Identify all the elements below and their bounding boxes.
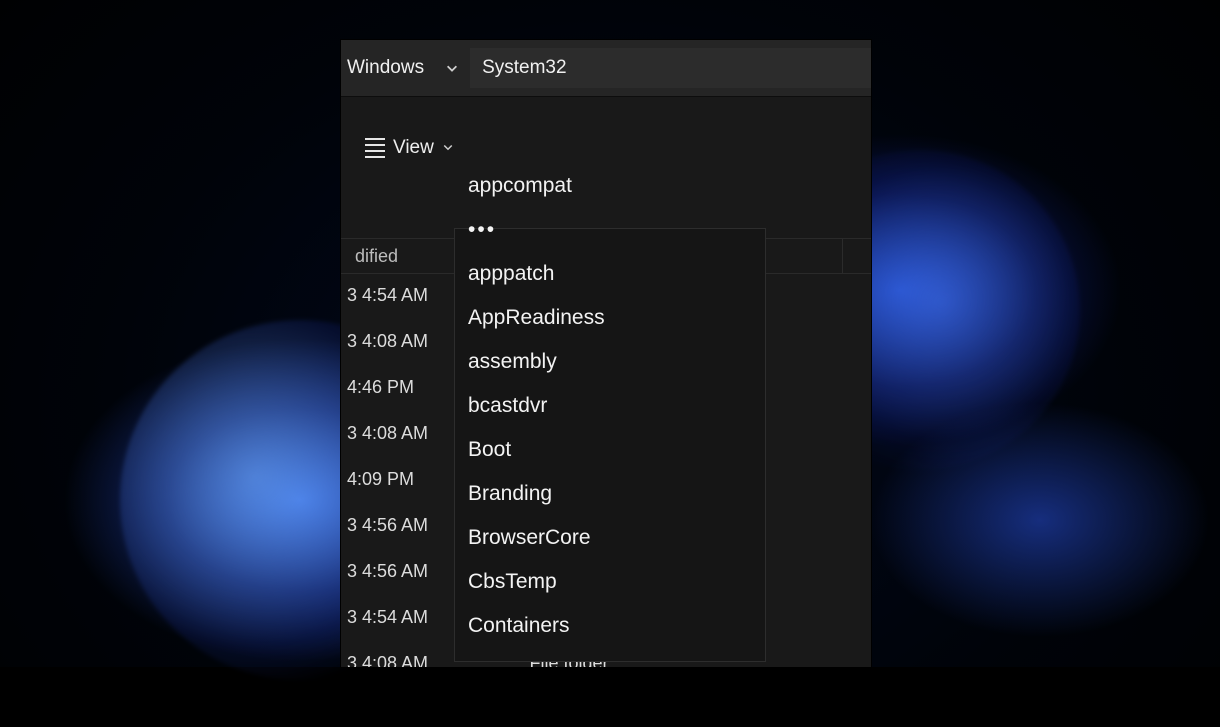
- view-button[interactable]: View: [341, 131, 460, 165]
- folder-dropdown-item[interactable]: appcompat: [468, 164, 756, 208]
- cell-modified: 3 4:54 AM: [341, 285, 464, 306]
- cell-modified: 3 4:56 AM: [341, 561, 464, 582]
- cell-modified: 3 4:08 AM: [341, 653, 464, 668]
- folder-dropdown-item[interactable]: Boot: [468, 428, 756, 472]
- cell-modified: 3 4:08 AM: [341, 331, 464, 352]
- view-label: View: [393, 137, 434, 159]
- folder-dropdown-item[interactable]: Containers: [468, 604, 756, 648]
- folder-dropdown-item[interactable]: CbsTemp: [468, 560, 756, 604]
- folder-dropdown-item[interactable]: bcastdvr: [468, 384, 756, 428]
- cell-modified: 3 4:08 AM: [341, 423, 464, 444]
- chevron-down-icon[interactable]: [438, 52, 466, 84]
- folder-dropdown-item[interactable]: AppReadiness: [468, 296, 756, 340]
- cell-modified: 3 4:56 AM: [341, 515, 464, 536]
- col-spacer: [843, 239, 871, 273]
- folder-dropdown-item[interactable]: assembly: [468, 340, 756, 384]
- cell-modified: 4:46 PM: [341, 377, 464, 398]
- breadcrumb-current[interactable]: System32: [470, 40, 580, 96]
- file-explorer-window: Windows System32 View dified Type Size 3…: [341, 40, 871, 667]
- breadcrumb-parent[interactable]: Windows: [341, 40, 438, 96]
- folder-dropdown-item[interactable]: Branding: [468, 472, 756, 516]
- folder-dropdown-item[interactable]: apppatch: [468, 252, 756, 296]
- list-icon: [365, 138, 385, 158]
- folder-dropdown-item[interactable]: BrowserCore: [468, 516, 756, 560]
- breadcrumb-current-area[interactable]: System32: [470, 48, 871, 88]
- cell-modified: 3 4:54 AM: [341, 607, 464, 628]
- cell-modified: 4:09 PM: [341, 469, 464, 490]
- address-bar[interactable]: Windows System32: [341, 40, 871, 97]
- more-button[interactable]: •••: [468, 208, 756, 252]
- folder-dropdown-panel[interactable]: appcompat•••apppatchAppReadinessassembly…: [458, 158, 762, 658]
- chevron-down-icon: [442, 137, 454, 159]
